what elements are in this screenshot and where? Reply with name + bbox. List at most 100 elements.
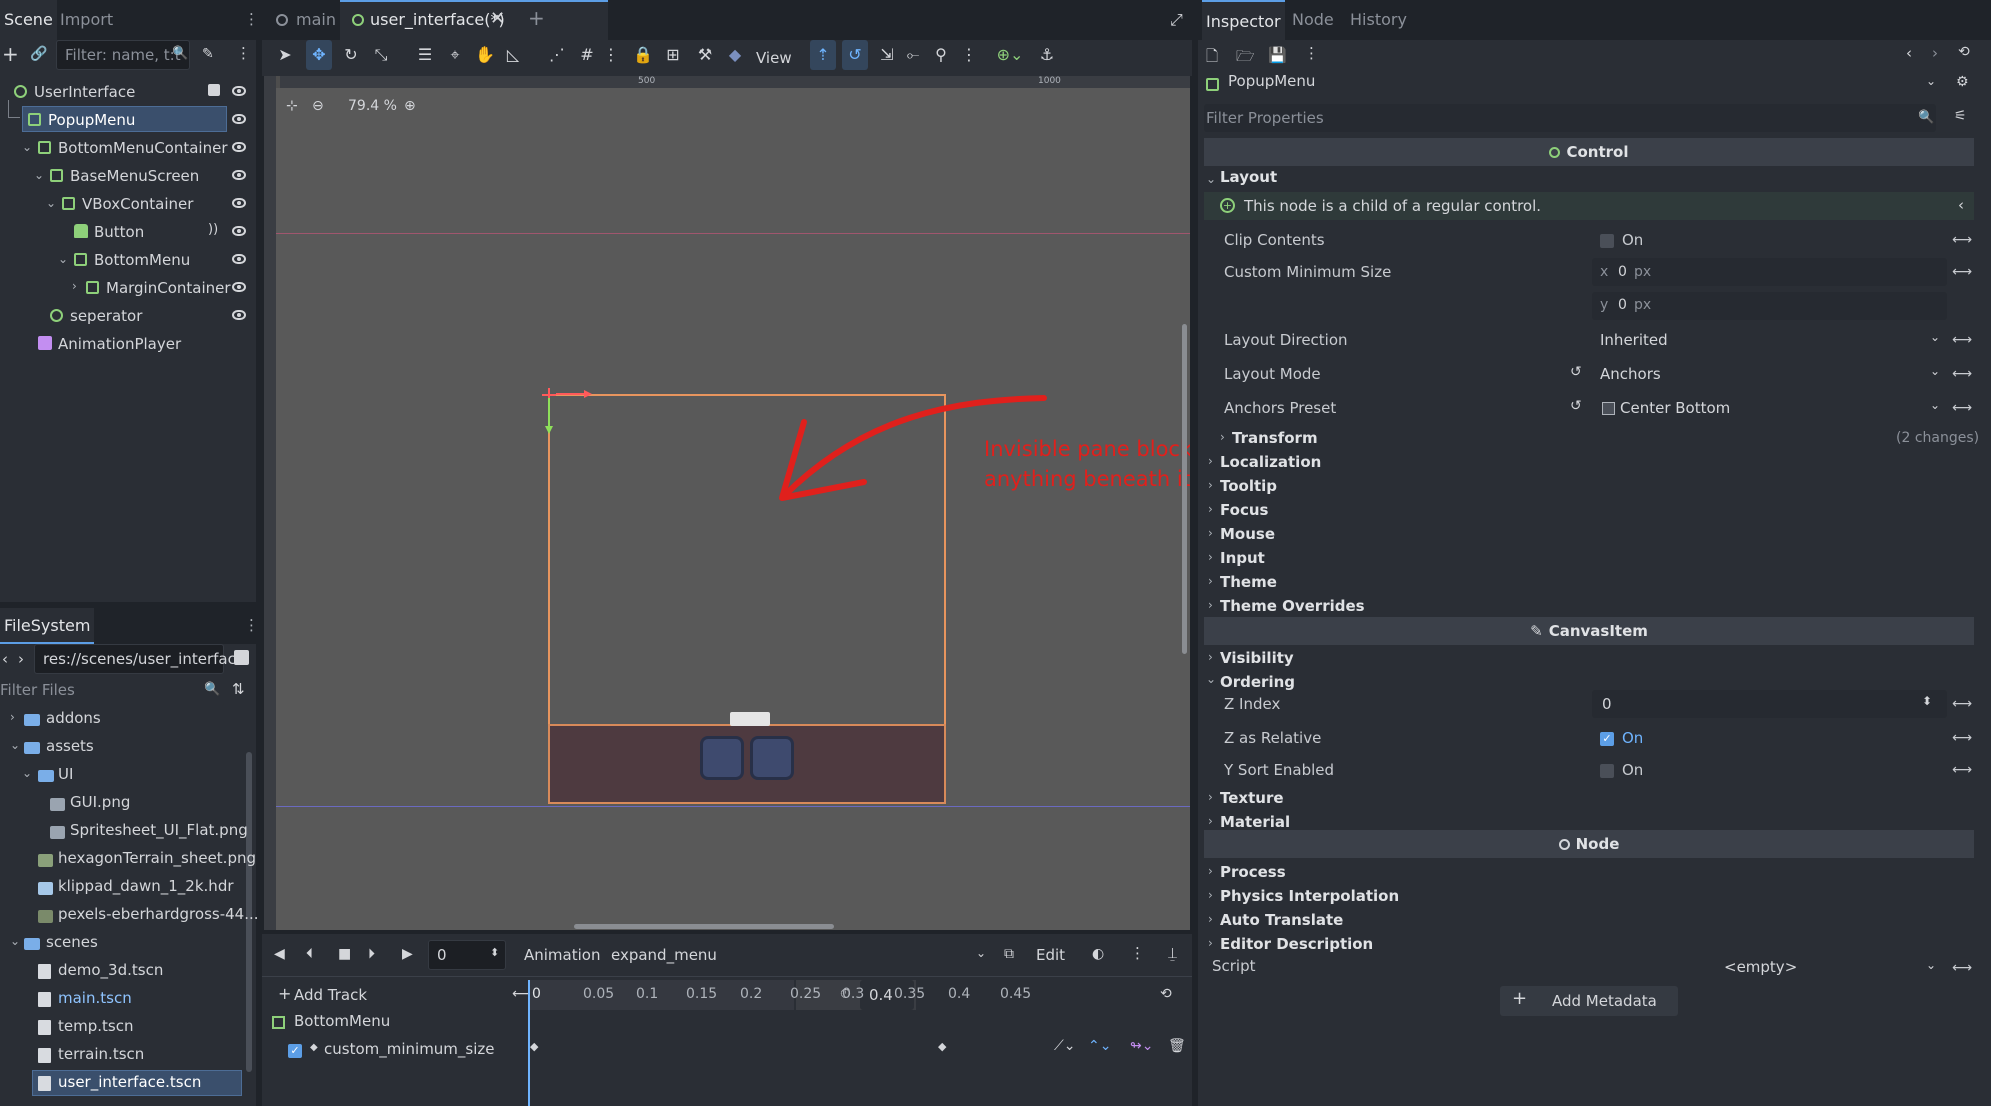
chevron-down-icon[interactable]: ⌄ — [46, 196, 56, 210]
revert-icon[interactable]: ⟷ — [1952, 366, 1972, 382]
collapse-notice-icon[interactable]: ‹ — [1958, 196, 1964, 214]
tab-filesystem[interactable]: FileSystem — [0, 608, 95, 644]
filesystem-menu-icon[interactable]: ⋮ — [244, 616, 259, 634]
chevron-right-icon[interactable]: › — [1208, 598, 1213, 612]
visibility-eye-icon[interactable] — [232, 282, 246, 292]
group-icon[interactable]: ⊞ — [660, 40, 686, 70]
script-value[interactable]: <empty> — [1724, 953, 1797, 981]
select-tool-icon[interactable]: ➤ — [272, 40, 298, 70]
scale-tool-icon[interactable]: ⤡ — [368, 40, 394, 70]
pan-tool-icon[interactable]: ✋ — [472, 40, 498, 70]
anchors-preset-select[interactable]: Center Bottom — [1620, 394, 1730, 422]
revert-icon[interactable]: ⟷ — [1952, 762, 1972, 778]
control-header[interactable]: Control — [1204, 138, 1974, 166]
tab-inspector[interactable]: Inspector — [1202, 0, 1285, 40]
new-tab-icon[interactable]: + — [528, 6, 545, 30]
close-tab-icon[interactable]: ✕ — [490, 8, 505, 29]
scene-options-icon[interactable]: ⋮ — [236, 44, 251, 62]
revert-icon[interactable]: ⟷ — [1952, 232, 1972, 248]
theme-overrides-section[interactable]: Theme Overrides — [1220, 594, 1365, 618]
file-item-hexagon[interactable]: hexagonTerrain_sheet.png — [58, 844, 256, 872]
scene-dock-menu-icon[interactable]: ⋮ — [244, 10, 259, 28]
visibility-section[interactable]: Visibility — [1220, 646, 1294, 670]
anchor-icon[interactable]: ⚓ — [1034, 40, 1060, 70]
chevron-down-icon[interactable]: ⌄ — [58, 252, 68, 266]
clip-contents-checkbox[interactable] — [1600, 234, 1614, 248]
chevron-down-icon[interactable]: ⌄ — [1930, 364, 1940, 378]
list-tool-icon[interactable]: ☰ — [412, 40, 438, 70]
chevron-down-icon[interactable]: ⌄ — [10, 738, 20, 752]
node-header[interactable]: Node — [1204, 830, 1974, 858]
layout-direction-select[interactable]: Inherited — [1600, 326, 1668, 354]
keyframe-marker[interactable]: ◆ — [938, 1040, 946, 1053]
z-index-field[interactable]: 0 — [1592, 690, 1947, 718]
file-item-main[interactable]: main.tscn — [58, 984, 132, 1012]
focus-section[interactable]: Focus — [1220, 498, 1268, 522]
chevron-right-icon[interactable]: › — [1208, 550, 1213, 564]
add-track-button[interactable]: Add Track — [294, 986, 367, 1004]
viewport[interactable]: 500 1000 ⊹ ⊖ 79.4 % ⊕ Invisible pane blo… — [264, 76, 1190, 930]
chevron-down-icon[interactable]: ⌄ — [34, 168, 44, 182]
move-tool-icon[interactable]: ✥ — [306, 40, 332, 70]
tree-item-bottommenu[interactable]: BottomMenu — [94, 246, 190, 274]
ruler-tool-icon[interactable]: ◺ — [500, 40, 526, 70]
zoom-out-icon[interactable]: ⊖ — [312, 98, 324, 114]
menu-slot-button[interactable] — [750, 736, 794, 780]
input-section[interactable]: Input — [1220, 546, 1265, 570]
chevron-right-icon[interactable]: › — [1208, 502, 1213, 516]
split-view-icon[interactable] — [234, 650, 249, 665]
stop-icon[interactable]: ■ — [338, 946, 351, 962]
history-back-icon[interactable]: ‹ — [1906, 44, 1912, 62]
inspected-node-name[interactable]: PopupMenu — [1228, 72, 1315, 90]
chevron-right-icon[interactable]: › — [1208, 454, 1213, 468]
file-item-user-interface[interactable]: user_interface.tscn — [58, 1068, 201, 1096]
tab-import[interactable]: Import — [56, 0, 117, 40]
center-view-icon[interactable]: ⊹ — [286, 98, 298, 114]
chevron-right-icon[interactable]: › — [1220, 430, 1225, 444]
tree-item-userinterface[interactable]: UserInterface — [34, 78, 135, 106]
camera-icon[interactable]: ◆ — [722, 40, 748, 70]
distraction-free-icon[interactable]: ⤢ — [1170, 10, 1183, 30]
signal-icon[interactable]: )) — [208, 222, 218, 237]
sort-icon[interactable]: ⇅ — [232, 680, 245, 698]
pin-icon[interactable]: ⍊ — [1168, 944, 1177, 962]
history-forward-icon[interactable]: › — [1932, 44, 1938, 62]
z-relative-checkbox[interactable]: ✓ — [1600, 732, 1614, 746]
chevron-down-icon[interactable]: ⌄ — [1206, 672, 1216, 686]
reset-icon[interactable]: ↺ — [1570, 364, 1582, 380]
menu-slot-button[interactable] — [700, 736, 744, 780]
chevron-down-icon[interactable]: ⌄ — [1206, 172, 1216, 186]
instance-scene-icon[interactable]: 🔗 — [30, 46, 47, 62]
process-section[interactable]: Process — [1220, 860, 1286, 884]
chevron-down-icon[interactable]: ⌄ — [10, 934, 20, 948]
loop-mode-icon[interactable]: ↬⌄ — [1130, 1038, 1153, 1054]
tree-item-margincontainer[interactable]: MarginContainer — [106, 274, 231, 302]
tab-history[interactable]: History — [1346, 0, 1411, 40]
file-item-ui[interactable]: UI — [58, 760, 73, 788]
tab-main[interactable]: main — [292, 0, 340, 40]
snap-options-icon[interactable]: ⋮ — [598, 40, 624, 70]
save-resource-icon[interactable]: 💾 — [1268, 46, 1287, 64]
skeleton-icon[interactable]: ⚒ — [692, 40, 718, 70]
physics-interpolation-section[interactable]: Physics Interpolation — [1220, 884, 1399, 908]
loop-icon[interactable]: ⟲ — [1160, 986, 1172, 1002]
revert-icon[interactable]: ⟷ — [1952, 730, 1972, 746]
add-node-dropdown-icon[interactable]: ⊕⌄ — [992, 40, 1028, 70]
script-icon[interactable] — [208, 84, 220, 96]
tree-item-bottommenucontainer[interactable]: BottomMenuContainer — [58, 134, 228, 162]
open-resource-icon[interactable]: 🗁 — [1236, 46, 1255, 71]
track-enabled-checkbox[interactable]: ✓ — [288, 1044, 302, 1058]
visibility-eye-icon[interactable] — [232, 226, 246, 236]
chevron-down-icon[interactable]: ⌄ — [22, 766, 32, 780]
file-item-scenes[interactable]: scenes — [46, 928, 98, 956]
menu-toggle-button[interactable] — [730, 712, 770, 726]
chevron-right-icon[interactable]: › — [1208, 478, 1213, 492]
chevron-right-icon[interactable]: › — [10, 710, 15, 724]
visibility-eye-icon[interactable] — [232, 198, 246, 208]
add-node-icon[interactable]: + — [2, 42, 19, 66]
key-options-icon[interactable]: ⋮ — [956, 40, 982, 70]
mouse-section[interactable]: Mouse — [1220, 522, 1275, 546]
revert-icon[interactable]: ⟷ — [1952, 264, 1972, 280]
position-key-icon[interactable]: ⇡ — [810, 40, 836, 70]
file-item-klippad[interactable]: klippad_dawn_1_2k.hdr — [58, 872, 234, 900]
